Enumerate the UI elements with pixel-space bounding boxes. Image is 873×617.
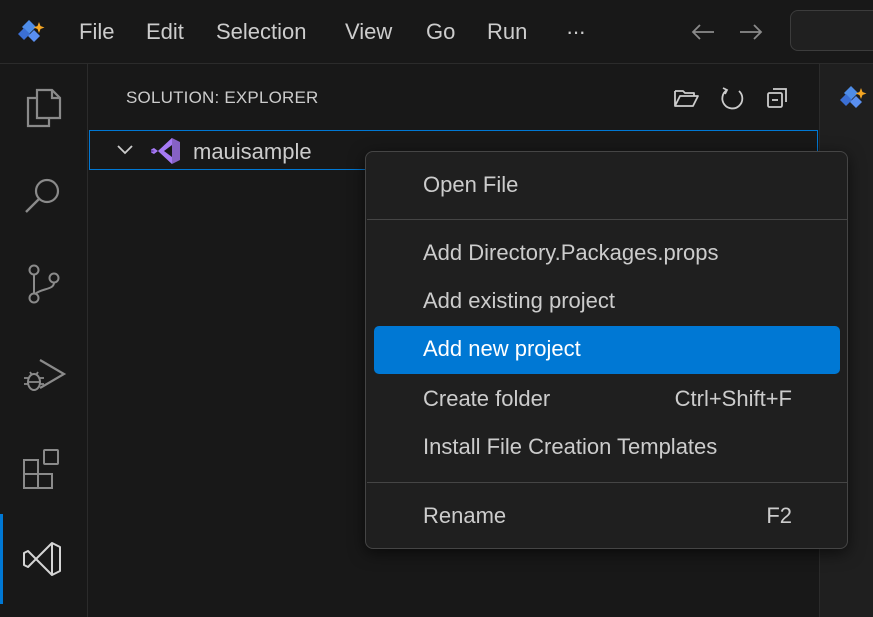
menu-item-add-new-project[interactable]: Add new project bbox=[374, 326, 840, 374]
menu-item-shortcut: F2 bbox=[766, 503, 792, 528]
title-bar: File Edit Selection View Go Run ··· bbox=[0, 0, 873, 64]
menu-item-label: Create folder bbox=[423, 386, 551, 411]
vscode-logo-icon bbox=[18, 20, 45, 42]
menu-item-label: Install File Creation Templates bbox=[423, 434, 718, 459]
menu-separator bbox=[367, 482, 847, 483]
menu-item-label: Add existing project bbox=[423, 288, 615, 313]
menu-item-add-existing-project[interactable]: Add existing project bbox=[374, 278, 840, 326]
menu-go[interactable]: Go bbox=[426, 18, 455, 46]
menu-separator bbox=[367, 219, 847, 220]
menu-more[interactable]: ··· bbox=[566, 18, 586, 46]
menu-file[interactable]: File bbox=[79, 18, 114, 46]
menu-item-label: Add Directory.Packages.props bbox=[423, 240, 719, 265]
menu-edit[interactable]: Edit bbox=[146, 18, 184, 46]
visual-studio-icon[interactable] bbox=[20, 535, 68, 583]
search-icon[interactable] bbox=[20, 172, 68, 220]
menu-item-shortcut: Ctrl+Shift+F bbox=[674, 386, 792, 411]
refresh-icon[interactable] bbox=[718, 84, 746, 112]
context-menu: Open File Add Directory.Packages.props A… bbox=[365, 151, 848, 549]
visual-studio-solution-icon bbox=[151, 138, 180, 164]
extensions-icon[interactable] bbox=[20, 444, 68, 492]
menu-item-label: Add new project bbox=[423, 336, 581, 361]
command-center-search[interactable] bbox=[790, 10, 873, 51]
menu-item-add-directory-packages-props[interactable]: Add Directory.Packages.props bbox=[374, 230, 840, 278]
tree-item-label: mauisample bbox=[193, 139, 312, 164]
menu-item-label: Open File bbox=[423, 172, 519, 197]
menu-run[interactable]: Run bbox=[487, 18, 527, 46]
collapse-all-icon[interactable] bbox=[764, 84, 792, 112]
activity-bar bbox=[0, 64, 88, 617]
chevron-down-icon[interactable] bbox=[114, 139, 136, 161]
menu-item-create-folder[interactable]: Create folder Ctrl+Shift+F bbox=[374, 376, 840, 424]
arrow-right-icon[interactable] bbox=[736, 17, 766, 47]
menu-selection[interactable]: Selection bbox=[216, 18, 307, 46]
open-folder-icon[interactable] bbox=[672, 84, 700, 112]
menu-item-rename[interactable]: Rename F2 bbox=[374, 493, 840, 541]
menu-view[interactable]: View bbox=[345, 18, 392, 46]
vscode-logo-icon bbox=[840, 86, 867, 108]
panel-title: SOLUTION: EXPLORER bbox=[126, 88, 319, 107]
menu-item-open-file[interactable]: Open File bbox=[374, 162, 840, 210]
source-control-icon[interactable] bbox=[20, 260, 68, 308]
menu-item-label: Rename bbox=[423, 503, 507, 528]
run-debug-icon[interactable] bbox=[20, 350, 68, 398]
menu-item-install-file-creation-templates[interactable]: Install File Creation Templates bbox=[374, 424, 840, 472]
arrow-left-icon[interactable] bbox=[688, 17, 718, 47]
explorer-icon[interactable] bbox=[20, 84, 68, 132]
active-indicator bbox=[0, 514, 3, 604]
